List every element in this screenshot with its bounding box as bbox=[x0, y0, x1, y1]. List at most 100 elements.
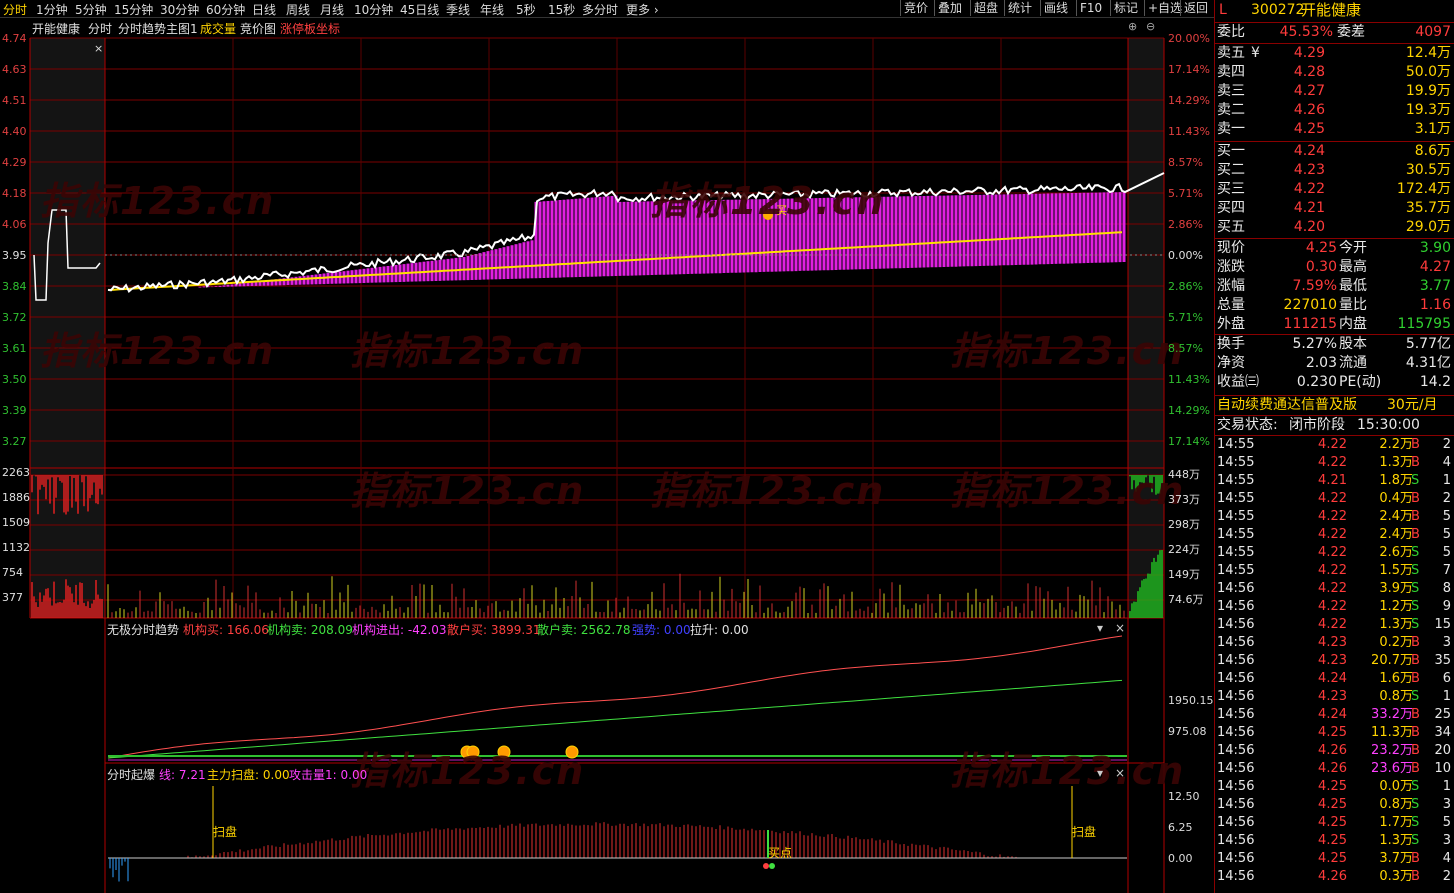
volume-tick-right: 373万 bbox=[1168, 493, 1200, 506]
statistics-button[interactable]: 统计 bbox=[1004, 0, 1035, 16]
indicator2-name[interactable]: 分时起爆 bbox=[107, 766, 155, 783]
commission-ratio-row: 委比 45.53% 委差 4097 bbox=[1217, 24, 1451, 40]
tab-1min[interactable]: 1分钟 bbox=[36, 1, 68, 18]
indicator2-axis-zero: 0.00 bbox=[1168, 852, 1193, 865]
stat-row: 外盘 111215 内盘 115795 bbox=[1217, 316, 1451, 332]
indicator2-axis-mid: 6.25 bbox=[1168, 821, 1193, 834]
tick-row[interactable]: 14:56 4.26 0.3万 B 2 bbox=[1215, 868, 1454, 886]
promo-row[interactable]: 自动续费通达信普及版 30元/月 bbox=[1215, 396, 1454, 415]
buy-point-icon bbox=[763, 863, 769, 869]
tick-row[interactable]: 14:56 4.23 0.8万 S 1 bbox=[1215, 688, 1454, 706]
ask-row[interactable]: 卖三 4.27 19.9万 bbox=[1215, 82, 1454, 101]
bid-row[interactable]: 买一 4.24 8.6万 bbox=[1215, 142, 1454, 161]
tab-10min[interactable]: 10分钟 bbox=[354, 1, 393, 18]
bid-row[interactable]: 买四 4.21 35.7万 bbox=[1215, 199, 1454, 218]
tick-row[interactable]: 14:56 4.24 1.6万 B 6 bbox=[1215, 670, 1454, 688]
tick-row[interactable]: 14:56 4.25 1.3万 S 3 bbox=[1215, 832, 1454, 850]
tab-daily[interactable]: 日线 bbox=[252, 1, 276, 18]
tick-row[interactable]: 14:56 4.22 1.3万 S 15 bbox=[1215, 616, 1454, 634]
stat-row: 净资 2.03 流通 4.31亿 bbox=[1217, 355, 1451, 371]
watermark: 指标123.cn bbox=[350, 329, 586, 373]
tab-45day[interactable]: 45日线 bbox=[400, 1, 439, 18]
trading-status-row: 交易状态: 闭市阶段 15:30:00 bbox=[1217, 417, 1420, 433]
percent-tick-right: 0.00% bbox=[1168, 249, 1203, 262]
tab-yearly[interactable]: 年线 bbox=[480, 1, 504, 18]
ask-row[interactable]: 卖二 4.26 19.3万 bbox=[1215, 101, 1454, 120]
tab-5min[interactable]: 5分钟 bbox=[75, 1, 107, 18]
tab-multi-intraday[interactable]: 多分时 bbox=[582, 1, 618, 18]
watermark: 指标123.cn bbox=[650, 179, 886, 223]
tab-15sec[interactable]: 15秒 bbox=[548, 1, 575, 18]
price-tick-left: 4.74 bbox=[2, 32, 27, 45]
indicator2-close-icon[interactable]: × bbox=[1115, 766, 1125, 780]
tick-row[interactable]: 14:56 4.22 1.2万 S 9 bbox=[1215, 598, 1454, 616]
tab-intraday[interactable]: 分时 bbox=[3, 1, 27, 18]
tick-row[interactable]: 14:55 4.22 2.6万 S 5 bbox=[1215, 544, 1454, 562]
tick-row[interactable]: 14:56 4.22 3.9万 S 8 bbox=[1215, 580, 1454, 598]
mark-button[interactable]: 标记 bbox=[1110, 0, 1141, 16]
auction-button[interactable]: 竞价 bbox=[900, 0, 931, 16]
tick-row[interactable]: 14:56 4.25 0.8万 S 3 bbox=[1215, 796, 1454, 814]
ask-row[interactable]: 卖五 ¥ 4.29 12.4万 bbox=[1215, 44, 1454, 63]
tick-row[interactable]: 14:56 4.23 0.2万 B 3 bbox=[1215, 634, 1454, 652]
add-watchlist-button[interactable]: +自选 bbox=[1144, 0, 1185, 16]
tick-row[interactable]: 14:56 4.25 11.3万 B 34 bbox=[1215, 724, 1454, 742]
f10-button[interactable]: F10 bbox=[1076, 0, 1105, 16]
bid-row[interactable]: 买五 4.20 29.0万 bbox=[1215, 218, 1454, 237]
tick-row[interactable]: 14:55 4.22 2.4万 B 5 bbox=[1215, 526, 1454, 544]
price-tick-left: 4.51 bbox=[2, 94, 27, 107]
indicator1-field: 散户卖: 2562.78 bbox=[537, 623, 631, 637]
tick-row[interactable]: 14:55 4.22 1.3万 B 4 bbox=[1215, 454, 1454, 472]
indicator1-close-icon[interactable]: × bbox=[1115, 621, 1125, 635]
tab-30min[interactable]: 30分钟 bbox=[160, 1, 199, 18]
price-tick-left: 3.84 bbox=[2, 280, 27, 293]
indicator2-header: 分时起爆 线: 7.21 主力扫盘: 0.00 攻击量1: 0.00 ▾ × bbox=[107, 766, 1127, 783]
indicator1-menu-icon[interactable]: ▾ bbox=[1097, 621, 1103, 635]
indicator1-field: 强势: 0.00 bbox=[632, 623, 691, 637]
volume-tick-right: 149万 bbox=[1168, 568, 1200, 581]
stock-name: 开能健康 bbox=[1301, 1, 1362, 19]
volume-tick-left: 1509 bbox=[2, 516, 30, 529]
bid-row[interactable]: 买二 4.23 30.5万 bbox=[1215, 161, 1454, 180]
tick-row[interactable]: 14:56 4.23 20.7万 B 35 bbox=[1215, 652, 1454, 670]
indicator2-field: 主力扫盘: 0.00 bbox=[207, 768, 290, 782]
draw-line-button[interactable]: 画线 bbox=[1040, 0, 1071, 16]
price-tick-left: 4.18 bbox=[2, 187, 27, 200]
tab-60min[interactable]: 60分钟 bbox=[206, 1, 245, 18]
tick-row[interactable]: 14:56 4.25 1.7万 S 5 bbox=[1215, 814, 1454, 832]
super-board-button[interactable]: 超盘 bbox=[970, 0, 1001, 16]
tick-row[interactable]: 14:55 4.22 2.2万 B 2 bbox=[1215, 436, 1454, 454]
indicator2-menu-icon[interactable]: ▾ bbox=[1097, 766, 1103, 780]
tick-row[interactable]: 14:55 4.22 2.4万 B 5 bbox=[1215, 508, 1454, 526]
close-chart-icon[interactable]: × bbox=[94, 42, 103, 55]
tick-row[interactable]: 14:56 4.24 33.2万 B 25 bbox=[1215, 706, 1454, 724]
tab-more[interactable]: 更多 › bbox=[626, 1, 659, 18]
tick-row[interactable]: 14:56 4.26 23.6万 B 10 bbox=[1215, 760, 1454, 778]
ask-row[interactable]: 卖四 4.28 50.0万 bbox=[1215, 63, 1454, 82]
tab-weekly[interactable]: 周线 bbox=[286, 1, 310, 18]
tick-row[interactable]: 14:55 4.22 1.5万 S 7 bbox=[1215, 562, 1454, 580]
percent-tick-right: 17.14% bbox=[1168, 63, 1210, 76]
watermark: 指标123.cn bbox=[950, 469, 1186, 513]
tab-5sec[interactable]: 5秒 bbox=[516, 1, 536, 18]
tick-row[interactable]: 14:56 4.25 3.7万 B 4 bbox=[1215, 850, 1454, 868]
tick-row[interactable]: 14:55 4.22 0.4万 B 2 bbox=[1215, 490, 1454, 508]
percent-tick-right: 14.29% bbox=[1168, 404, 1210, 417]
bid-row[interactable]: 买三 4.22 172.4万 bbox=[1215, 180, 1454, 199]
tick-row[interactable]: 14:56 4.25 0.0万 S 1 bbox=[1215, 778, 1454, 796]
watermark: 指标123.cn bbox=[350, 469, 586, 513]
tab-15min[interactable]: 15分钟 bbox=[114, 1, 153, 18]
percent-tick-right: 17.14% bbox=[1168, 435, 1210, 448]
volume-tick-right: 448万 bbox=[1168, 468, 1200, 481]
indicator2-field: 攻击量1: 0.00 bbox=[289, 768, 368, 782]
volume-tick-left: 2263 bbox=[2, 466, 30, 479]
overlay-button[interactable]: 叠加 bbox=[934, 0, 965, 16]
indicator1-name[interactable]: 无极分时趋势 bbox=[107, 621, 179, 638]
indicator1-field: 拉升: 0.00 bbox=[690, 623, 749, 637]
tick-row[interactable]: 14:55 4.21 1.8万 S 1 bbox=[1215, 472, 1454, 490]
back-button[interactable]: 返回 bbox=[1180, 0, 1211, 16]
tab-quarterly[interactable]: 季线 bbox=[446, 1, 470, 18]
tick-row[interactable]: 14:56 4.26 23.2万 B 20 bbox=[1215, 742, 1454, 760]
tab-monthly[interactable]: 月线 bbox=[320, 1, 344, 18]
ask-row[interactable]: 卖一 4.25 3.1万 bbox=[1215, 120, 1454, 139]
